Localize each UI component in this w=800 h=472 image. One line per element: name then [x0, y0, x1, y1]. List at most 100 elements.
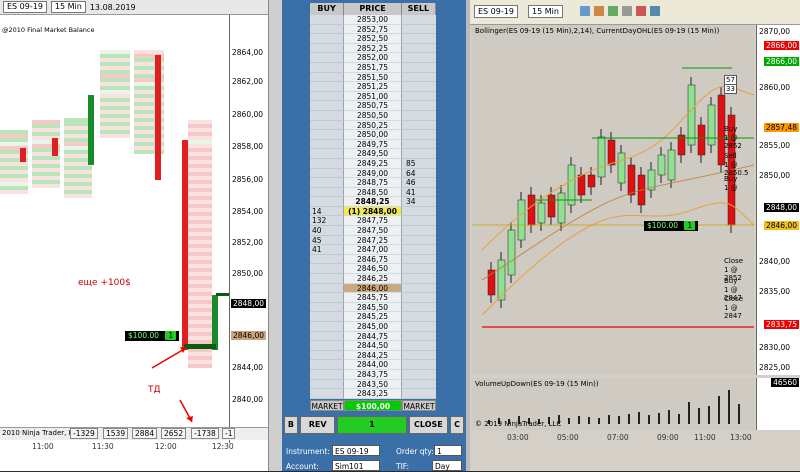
- dom-buy-cell[interactable]: [310, 197, 344, 207]
- dom-sell-cell[interactable]: [402, 360, 436, 370]
- dom-sell-cell[interactable]: [402, 226, 436, 236]
- dom-sell-cell[interactable]: [402, 379, 436, 390]
- dom-buy-cell[interactable]: [310, 120, 344, 131]
- dom-sell-cell[interactable]: [402, 43, 436, 54]
- market-sell-button[interactable]: MARKET: [402, 399, 436, 411]
- dom-buy-cell[interactable]: [310, 331, 344, 342]
- dom-buy-cell[interactable]: [310, 187, 344, 198]
- dom-sell-cell[interactable]: [402, 235, 436, 246]
- dom-buy-cell[interactable]: [310, 15, 344, 25]
- dom-buy-cell[interactable]: 45: [310, 235, 344, 246]
- dom-buy-cell[interactable]: [310, 389, 344, 399]
- dom-sell-cell[interactable]: [402, 331, 436, 342]
- tif-select[interactable]: Day: [432, 460, 462, 471]
- dom-buy-cell[interactable]: [310, 62, 344, 73]
- dom-sell-cell[interactable]: [402, 369, 436, 380]
- zoom-icon[interactable]: [580, 6, 590, 16]
- dom-buy-cell[interactable]: [310, 264, 344, 275]
- dom-sell-cell[interactable]: [402, 15, 436, 25]
- dom-sell-cell[interactable]: [402, 34, 436, 44]
- dom-buy-cell[interactable]: [310, 302, 344, 313]
- left-interval-select[interactable]: 15 Min: [50, 1, 86, 13]
- dom-sell-cell[interactable]: [402, 341, 436, 351]
- dom-sell-cell[interactable]: [402, 322, 436, 332]
- dom-sell-cell[interactable]: [402, 130, 436, 140]
- dom-sell-cell[interactable]: [402, 139, 436, 150]
- dom-buy-cell[interactable]: 41: [310, 245, 344, 255]
- dom-buy-cell[interactable]: [310, 178, 344, 188]
- dom-sell-cell[interactable]: [402, 274, 436, 284]
- dom-buy-cell[interactable]: [310, 72, 344, 83]
- dom-sell-cell[interactable]: [402, 62, 436, 73]
- dom-sell-cell[interactable]: 85: [402, 158, 436, 169]
- dom-buy-cell[interactable]: [310, 43, 344, 54]
- dom-buy-cell[interactable]: [310, 139, 344, 150]
- dom-sell-cell[interactable]: [402, 72, 436, 83]
- dom-buy-cell[interactable]: [310, 158, 344, 169]
- account-select[interactable]: Sim101: [332, 460, 380, 471]
- dom-buy-cell[interactable]: [310, 168, 344, 179]
- dom-sell-cell[interactable]: [402, 216, 436, 227]
- b-button[interactable]: B: [284, 416, 298, 434]
- left-instrument-select[interactable]: ES 09-19: [3, 1, 47, 13]
- dom-sell-cell[interactable]: [402, 283, 436, 294]
- dom-buy-cell[interactable]: [310, 149, 344, 159]
- dom-buy-cell[interactable]: [310, 34, 344, 44]
- dom-sell-cell[interactable]: [402, 389, 436, 399]
- dom-sell-cell[interactable]: [402, 264, 436, 275]
- dom-sell-cell[interactable]: [402, 245, 436, 255]
- dom-buy-cell[interactable]: [310, 130, 344, 140]
- dom-buy-cell[interactable]: [310, 360, 344, 370]
- dom-sell-cell[interactable]: [402, 254, 436, 265]
- template-icon[interactable]: [650, 6, 660, 16]
- indicator-icon[interactable]: [608, 6, 618, 16]
- dom-buy-cell[interactable]: 14: [310, 206, 344, 217]
- dom-sell-cell[interactable]: [402, 206, 436, 217]
- draw-icon[interactable]: [594, 6, 604, 16]
- dom-buy-cell[interactable]: [310, 350, 344, 361]
- dom-sell-cell[interactable]: [402, 110, 436, 121]
- instrument-select[interactable]: ES 09-19: [332, 445, 380, 456]
- rev-button[interactable]: REV: [299, 416, 336, 434]
- settings-icon[interactable]: [622, 6, 632, 16]
- dom-buy-cell[interactable]: [310, 283, 344, 294]
- dom-buy-cell[interactable]: 40: [310, 226, 344, 236]
- dom-sell-cell[interactable]: [402, 149, 436, 159]
- dom-buy-cell[interactable]: [310, 369, 344, 380]
- dom-buy-cell[interactable]: [310, 341, 344, 351]
- right-interval-select[interactable]: 15 Min: [528, 5, 563, 18]
- dom-buy-cell[interactable]: [310, 24, 344, 35]
- dom-buy-cell[interactable]: 132: [310, 216, 344, 227]
- dom-sell-cell[interactable]: [402, 53, 436, 63]
- dom-sell-cell[interactable]: [402, 293, 436, 303]
- dom-sell-cell[interactable]: [402, 24, 436, 35]
- dom-buy-cell[interactable]: [310, 101, 344, 111]
- dom-buy-cell[interactable]: [310, 82, 344, 92]
- dom-sell-cell[interactable]: [402, 101, 436, 111]
- dom-buy-cell[interactable]: [310, 312, 344, 322]
- dom-sell-cell[interactable]: 46: [402, 178, 436, 188]
- dom-sell-cell[interactable]: 41: [402, 187, 436, 198]
- dom-sell-cell[interactable]: 64: [402, 168, 436, 179]
- c-button[interactable]: C: [450, 416, 464, 434]
- order-qty-input[interactable]: 1: [434, 445, 462, 456]
- dom-buy-cell[interactable]: [310, 53, 344, 63]
- dom-buy-cell[interactable]: [310, 110, 344, 121]
- alert-icon[interactable]: [636, 6, 646, 16]
- dom-sell-cell[interactable]: [402, 120, 436, 131]
- dom-sell-cell[interactable]: [402, 302, 436, 313]
- dom-sell-cell[interactable]: [402, 350, 436, 361]
- splitter[interactable]: [268, 0, 283, 471]
- right-instrument-select[interactable]: ES 09-19: [474, 5, 518, 18]
- dom-sell-cell[interactable]: 34: [402, 197, 436, 207]
- dom-sell-cell[interactable]: [402, 91, 436, 102]
- dom-sell-cell[interactable]: [402, 312, 436, 322]
- dom-buy-cell[interactable]: [310, 322, 344, 332]
- dom-sell-cell[interactable]: [402, 82, 436, 92]
- dom-buy-cell[interactable]: [310, 274, 344, 284]
- close-button[interactable]: CLOSE: [408, 416, 449, 434]
- dom-buy-cell[interactable]: [310, 293, 344, 303]
- dom-buy-cell[interactable]: [310, 91, 344, 102]
- dom-buy-cell[interactable]: [310, 254, 344, 265]
- dom-buy-cell[interactable]: [310, 379, 344, 390]
